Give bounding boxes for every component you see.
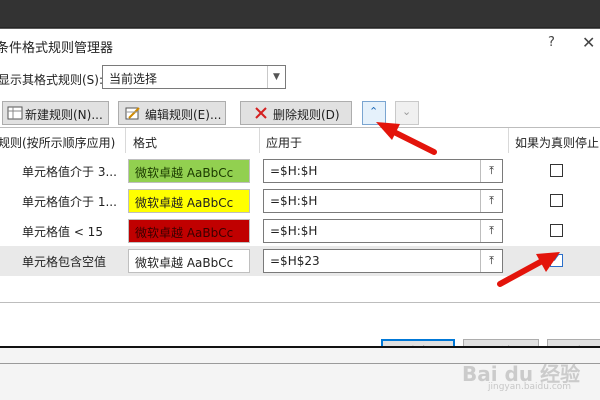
column-divider <box>125 128 126 153</box>
rule-row[interactable]: 单元格值介于 3... 微软卓越 AaBbCc =$H:$H ⤒ <box>0 156 600 186</box>
column-divider <box>259 128 260 153</box>
applies-to-value: =$H:$H <box>270 164 318 178</box>
format-preview-text: 微软卓越 AaBbCc <box>135 196 234 210</box>
rule-description: 单元格包含空值 <box>22 255 107 269</box>
applies-to-field[interactable]: =$H:$H ⤒ <box>263 189 503 213</box>
spreadsheet-background: Bai du 经验 jingyan.baidu.com <box>0 346 600 400</box>
format-preview: 微软卓越 AaBbCc <box>128 159 250 183</box>
app-top-strip <box>0 0 600 28</box>
edit-rule-label: 编辑规则(E)... <box>145 108 222 122</box>
stop-if-true-checkbox[interactable] <box>550 194 563 207</box>
applies-to-field[interactable]: =$H$23 ⤒ <box>263 249 503 273</box>
dialog-title: 条件格式规则管理器 <box>0 41 114 56</box>
edit-rule-button[interactable]: 编辑规则(E)... <box>118 101 226 125</box>
header-format: 格式 <box>133 136 158 150</box>
format-preview: 微软卓越 AaBbCc <box>128 219 250 243</box>
stop-if-true-checkbox[interactable] <box>550 164 563 177</box>
delete-rule-label: 删除规则(D) <box>273 108 340 122</box>
new-rule-label: 新建规则(N)... <box>25 108 103 122</box>
scope-dropdown-value: 当前选择 <box>109 72 158 86</box>
sheet-border <box>0 346 600 348</box>
scope-dropdown[interactable]: 当前选择 ▼ <box>102 65 286 89</box>
stop-if-true-checkbox[interactable] <box>550 224 563 237</box>
chevron-down-icon[interactable]: ▼ <box>267 66 285 88</box>
applies-to-field[interactable]: =$H:$H ⤒ <box>263 219 503 243</box>
applies-to-value: =$H:$H <box>270 224 318 238</box>
applies-to-value: =$H:$H <box>270 194 318 208</box>
scope-label: 显示其格式规则(S): <box>0 73 104 87</box>
applies-to-value: =$H$23 <box>270 254 320 268</box>
edit-rule-icon <box>125 107 140 120</box>
delete-x-icon <box>255 107 267 119</box>
help-button[interactable]: ? <box>548 35 555 50</box>
conditional-format-rules-dialog: 条件格式规则管理器 ? ✕ 显示其格式规则(S): 当前选择 ▼ 新建规则(N)… <box>0 28 600 365</box>
column-divider <box>508 128 509 153</box>
delete-rule-button[interactable]: 删除规则(D) <box>240 101 352 125</box>
rule-description: 单元格值介于 3... <box>22 165 117 179</box>
close-button[interactable]: ✕ <box>582 33 595 52</box>
new-rule-icon <box>7 106 23 120</box>
new-rule-button[interactable]: 新建规则(N)... <box>2 101 109 125</box>
rule-row[interactable]: 单元格值 < 15 微软卓越 AaBbCc =$H:$H ⤒ <box>0 216 600 246</box>
header-rule: 规则(按所示顺序应用) <box>0 136 116 150</box>
format-preview-text: 微软卓越 AaBbCc <box>135 226 234 240</box>
format-preview: 微软卓越 AaBbCc <box>128 189 250 213</box>
range-picker-icon[interactable]: ⤒ <box>480 220 502 242</box>
rule-description: 单元格值 < 15 <box>22 225 103 239</box>
format-preview: 微软卓越 AaBbCc <box>128 249 250 273</box>
rule-description: 单元格值介于 1... <box>22 195 117 209</box>
rule-row[interactable]: 单元格值介于 1... 微软卓越 AaBbCc =$H:$H ⤒ <box>0 186 600 216</box>
format-preview-text: 微软卓越 AaBbCc <box>135 256 234 270</box>
watermark-url: jingyan.baidu.com <box>488 382 572 392</box>
header-stop-if-true: 如果为真则停止 <box>515 136 600 150</box>
dialog-titlebar: 条件格式规则管理器 ? ✕ <box>0 29 600 59</box>
header-applies-to: 应用于 <box>266 136 303 150</box>
range-picker-icon[interactable]: ⤒ <box>480 160 502 182</box>
annotation-arrow-checkbox <box>497 252 560 287</box>
range-picker-icon[interactable]: ⤒ <box>480 190 502 212</box>
format-preview-text: 微软卓越 AaBbCc <box>135 166 234 180</box>
annotation-arrow-up <box>376 122 437 155</box>
applies-to-field[interactable]: =$H:$H ⤒ <box>263 159 503 183</box>
